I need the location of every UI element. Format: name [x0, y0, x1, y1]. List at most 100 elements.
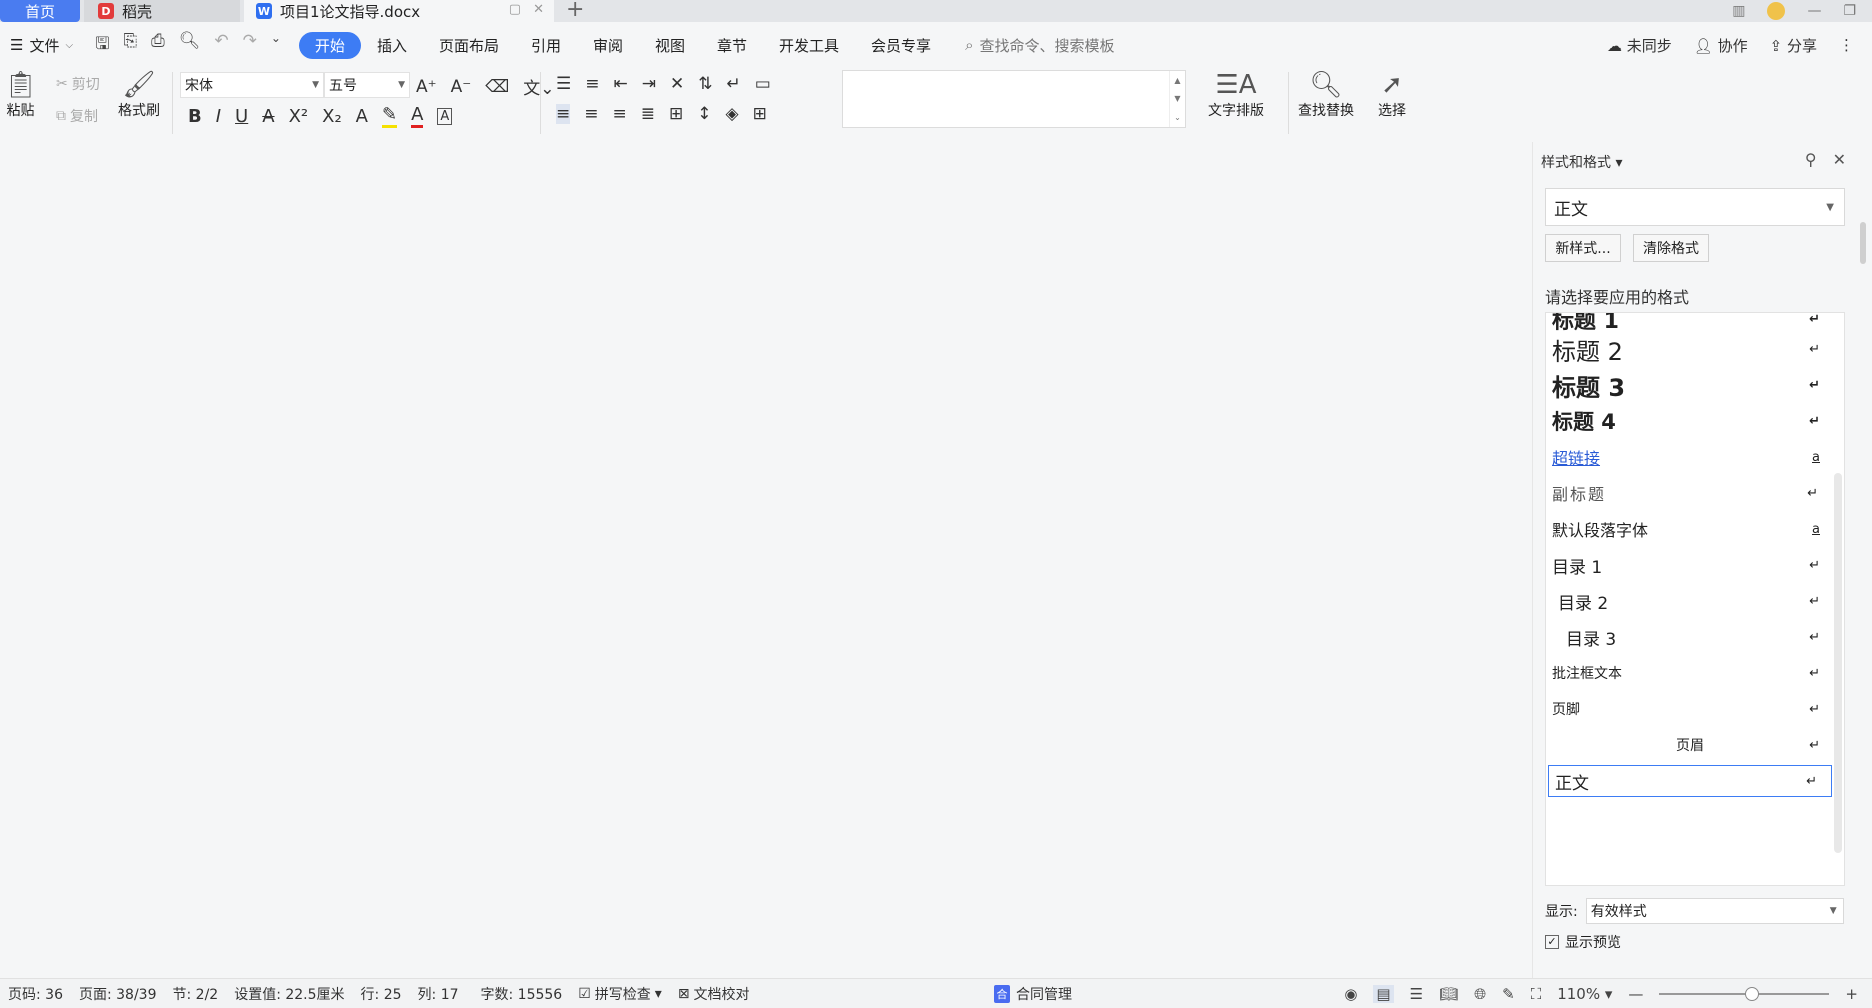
copy-button[interactable]: ⧉ 复制 — [56, 106, 98, 126]
zoom-slider-knob[interactable] — [1745, 987, 1760, 1001]
print-icon[interactable]: ⎙ — [151, 31, 165, 60]
align-right-icon[interactable]: ≡ — [613, 104, 627, 124]
list-item[interactable]: 页眉 ↵ — [1546, 727, 1834, 763]
italic-icon[interactable]: I — [216, 106, 221, 127]
more-icon[interactable]: ⋮ — [1839, 36, 1854, 54]
list-item[interactable]: 目录 1 ↵ — [1546, 547, 1834, 583]
sort-icon[interactable]: ⇅ — [698, 74, 712, 94]
line-spacing-icon[interactable]: ↕ — [697, 104, 711, 124]
style-gallery[interactable]: ▲ ▼ ⌄ — [842, 70, 1186, 128]
spellcheck-button[interactable]: ☑ 拼写检查 ▾ — [570, 984, 670, 1004]
show-preview-checkbox[interactable]: ✓ 显示预览 — [1545, 932, 1621, 952]
shading-icon[interactable]: ◈ — [726, 104, 739, 124]
list-item[interactable]: 默认段落字体 a — [1546, 511, 1834, 547]
eraser-icon[interactable]: ⌫ — [485, 77, 509, 97]
phonetic-guide-icon[interactable]: 文⌄ — [523, 74, 554, 99]
strikethrough-icon[interactable]: A — [262, 106, 274, 127]
write-mode-icon[interactable]: ✎ — [1502, 985, 1515, 1003]
tab-member[interactable]: 会员专享 — [855, 32, 947, 59]
list-item[interactable]: 标题 2 ↵ — [1546, 331, 1834, 367]
tab-insert[interactable]: 插入 — [361, 32, 423, 59]
undo-icon[interactable]: ↶ — [214, 31, 228, 60]
font-size-select[interactable]: 五号 ▼ — [324, 72, 410, 98]
tab-developer[interactable]: 开发工具 — [763, 32, 855, 59]
panel-title[interactable]: 样式和格式 ▾ — [1541, 152, 1622, 172]
sync-button[interactable]: ☁ 未同步 — [1607, 35, 1672, 56]
underline-icon[interactable]: U — [235, 106, 248, 127]
tab-pin-icon[interactable]: ▢ — [509, 2, 521, 17]
subscript-icon[interactable]: X₂ — [322, 106, 342, 127]
gallery-down-icon[interactable]: ▼ — [1174, 94, 1180, 103]
proofread-button[interactable]: ⊠ 文档校对 — [670, 984, 758, 1004]
export-pdf-icon[interactable]: ⎘ — [124, 31, 138, 60]
distribute-icon[interactable]: ⊞ — [669, 104, 683, 124]
pin-icon[interactable]: ⚲ — [1805, 150, 1817, 169]
increase-indent-icon[interactable]: ⇥ — [642, 74, 656, 94]
list-item[interactable]: 目录 3 ↵ — [1546, 619, 1834, 655]
numbering-icon[interactable]: ≡ — [585, 74, 599, 94]
fit-page-icon[interactable]: ⛶ — [1531, 985, 1542, 1003]
customize-qa-icon[interactable]: ⌄ — [271, 31, 281, 60]
borders-icon[interactable]: ⊞ — [753, 104, 767, 124]
zoom-out-icon[interactable]: — — [1628, 985, 1643, 1003]
tab-home[interactable]: 首页 — [0, 0, 80, 22]
list-item-selected[interactable]: 正文 ↵ — [1548, 765, 1832, 797]
shrink-font-icon[interactable]: A⁻ — [451, 77, 472, 97]
share-button[interactable]: ⇪ 分享 — [1770, 35, 1817, 56]
justify-icon[interactable]: ≣ — [641, 104, 655, 124]
close-icon[interactable]: ✕ — [1833, 150, 1846, 169]
add-tab-icon[interactable]: + — [566, 0, 584, 22]
collab-button[interactable]: 👤︎ 协作 — [1694, 35, 1748, 56]
list-item[interactable]: 标题 3 ↵ — [1546, 367, 1834, 403]
avatar[interactable] — [1767, 2, 1786, 20]
font-color-icon[interactable]: A — [411, 104, 424, 128]
command-search[interactable]: ⌕ 查找命令、搜索模板 — [965, 35, 1114, 56]
file-menu[interactable]: ☰ 文件 ⌵ — [10, 35, 73, 56]
bullets-icon[interactable]: ☰ — [556, 74, 571, 94]
superscript-icon[interactable]: X² — [289, 106, 309, 127]
web-view-icon[interactable]: 🌐︎ — [1474, 985, 1486, 1003]
zoom-in-icon[interactable]: + — [1845, 985, 1858, 1003]
status-pages[interactable]: 页面: 38/39 — [71, 984, 165, 1004]
char-border-icon[interactable]: A — [437, 107, 453, 125]
select-button[interactable]: ➚ 选择 — [1378, 70, 1406, 120]
tab-daoke[interactable]: D 稻壳 — [84, 0, 240, 22]
align-center-icon[interactable]: ≡ — [584, 104, 598, 124]
find-replace-button[interactable]: 🔍︎ 查找替换 — [1298, 70, 1354, 120]
tab-start[interactable]: 开始 — [298, 31, 361, 59]
paste-button[interactable]: 📋︎ 粘贴 — [4, 70, 37, 120]
tab-review[interactable]: 审阅 — [577, 32, 639, 59]
redo-icon[interactable]: ↷ — [243, 31, 257, 60]
print-preview-icon[interactable]: 🔍︎ — [179, 31, 201, 60]
align-left-icon[interactable]: ≡ — [556, 104, 571, 124]
format-painter-button[interactable]: 🖌︎ 格式刷 — [118, 70, 160, 120]
page-view-icon[interactable]: ▤ — [1373, 985, 1394, 1003]
current-style-select[interactable]: 正文 ▼ — [1545, 188, 1845, 226]
decrease-indent-icon[interactable]: ⇤ — [614, 74, 628, 94]
style-list-scrollbar[interactable] — [1834, 473, 1842, 853]
status-words[interactable]: 字数: 15556 — [473, 984, 571, 1004]
document-canvas[interactable] — [0, 140, 1530, 978]
restore-icon[interactable]: ❐ — [1843, 3, 1856, 19]
show-filter-select[interactable]: 有效样式 ▼ — [1585, 898, 1844, 924]
document-scrollbar[interactable] — [1860, 142, 1870, 978]
contract-manage-button[interactable]: 合 合同管理 — [994, 984, 1072, 1004]
tab-document[interactable]: W 项目1论文指导.docx ▢ ✕ — [244, 0, 554, 22]
gallery-up-icon[interactable]: ▲ — [1174, 76, 1180, 85]
cut-button[interactable]: ✂ 剪切 — [56, 74, 100, 94]
tab-references[interactable]: 引用 — [515, 32, 577, 59]
gallery-expand-icon[interactable]: ⌄ — [1174, 113, 1181, 122]
show-marks-icon[interactable]: ↵ — [727, 74, 741, 94]
list-item[interactable]: 超链接 a — [1546, 439, 1834, 475]
text-layout-button[interactable]: ☰A 文字排版 — [1208, 70, 1264, 120]
list-item[interactable]: 副标题 ↵ — [1546, 475, 1834, 511]
bold-icon[interactable]: B — [188, 106, 202, 127]
clear-format-button[interactable]: 清除格式 — [1633, 234, 1709, 262]
list-item[interactable]: 批注框文本 ↵ — [1546, 655, 1834, 691]
tab-close-icon[interactable]: ✕ — [533, 2, 544, 17]
ruler-icon[interactable]: ▭ — [755, 74, 771, 94]
chinese-layout-icon[interactable]: ✕ — [670, 74, 684, 94]
outline-view-icon[interactable]: ☰ — [1410, 985, 1423, 1003]
eye-protect-icon[interactable]: ◉ — [1344, 985, 1357, 1003]
layout-icon[interactable]: ▥ — [1732, 3, 1745, 19]
